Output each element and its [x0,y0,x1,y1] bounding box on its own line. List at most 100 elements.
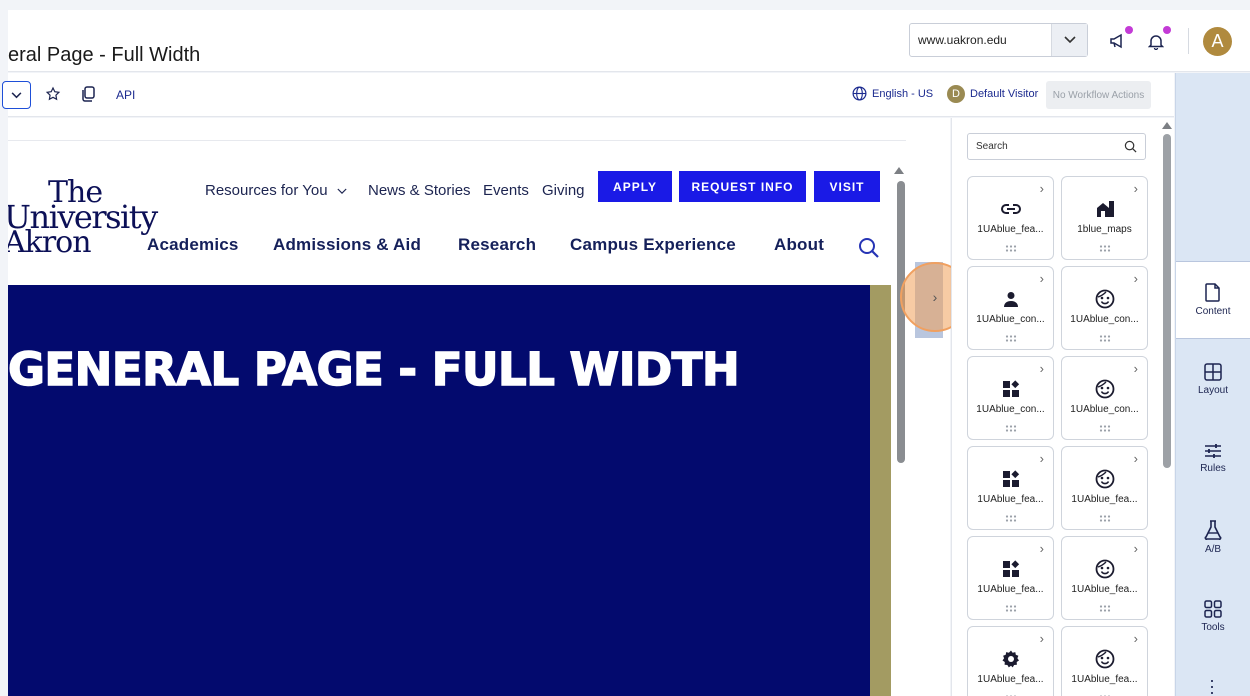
chevron-right-icon[interactable]: › [1040,181,1044,196]
component-label: 1UAblue_con... [1070,314,1139,325]
site-select[interactable]: www.uakron.edu [909,23,1088,57]
face-icon [1062,289,1147,309]
visitor-selector[interactable]: D Default Visitor [947,85,1038,103]
component-search-input[interactable]: Search [967,133,1146,160]
panel-scrollbar[interactable] [1163,134,1171,468]
component-card[interactable]: › 1UAblue_fea... [967,176,1054,260]
drag-handle-icon[interactable] [1062,605,1147,612]
face-icon [1062,649,1147,669]
api-link[interactable]: API [116,88,135,102]
megaphone-icon[interactable] [1107,26,1133,52]
drag-handle-icon[interactable] [968,245,1053,252]
chevron-right-icon[interactable]: › [1040,361,1044,376]
drag-handle-icon[interactable] [968,515,1053,522]
component-card[interactable]: › 1UAblue_fea... [1061,536,1148,620]
copy-icon[interactable] [79,85,97,103]
chevron-right-icon[interactable]: › [1134,631,1138,646]
chevron-right-icon[interactable]: › [1040,271,1044,286]
nav-campus-experience[interactable]: Campus Experience [570,235,736,255]
drag-handle-icon[interactable] [968,425,1053,432]
rail-tab-tools[interactable]: Tools [1176,577,1250,655]
chevron-right-icon[interactable]: › [1040,451,1044,466]
gold-accent-bar [870,285,891,696]
more-vertical-icon[interactable]: · · · [1209,671,1215,696]
preview-scrollbar[interactable] [897,181,905,463]
language-selector[interactable]: English - US [852,86,933,101]
avatar[interactable]: A [1203,27,1232,56]
gear-icon [968,649,1053,669]
component-label: 1UAblue_fea... [977,674,1044,685]
nav-news-stories[interactable]: News & Stories [368,182,471,199]
component-label: 1blue_maps [1077,224,1132,235]
search-placeholder: Search [976,141,1008,152]
rail-tab-layout[interactable]: Layout [1176,340,1250,418]
component-card[interactable]: › 1UAblue_con... [967,356,1054,440]
grid-icon [1204,599,1222,618]
site-preview[interactable]: The University Akron Resources for You N… [8,140,906,696]
site-select-value: www.uakron.edu [918,33,1007,47]
chevron-right-icon[interactable]: › [1134,271,1138,286]
component-card[interactable]: › 1UAblue_con... [1061,356,1148,440]
components-panel: Search › 1UAblue_fea... › 1blue_maps › 1UAblu… [951,118,1174,696]
flask-icon [1204,519,1222,540]
apply-button[interactable]: APPLY [598,171,672,202]
drag-handle-icon[interactable] [1062,515,1147,522]
view-dropdown-button[interactable] [2,81,31,109]
nav-giving[interactable]: Giving [542,182,585,199]
nav-resources-for-you[interactable]: Resources for You [205,182,347,199]
drag-handle-icon[interactable] [1062,425,1147,432]
chevron-right-icon[interactable]: › [1134,451,1138,466]
chevron-down-icon[interactable] [1051,24,1087,56]
university-logo[interactable]: The University Akron [8,178,158,258]
drag-handle-icon[interactable] [1062,335,1147,342]
nav-events[interactable]: Events [483,182,529,199]
nav-academics[interactable]: Academics [147,235,239,255]
nav-about[interactable]: About [774,235,824,255]
page-title: eral Page - Full Width [8,44,201,66]
component-card[interactable]: › 1UAblue_fea... [967,446,1054,530]
request-info-button[interactable]: REQUEST INFO [679,171,806,202]
drag-handle-icon[interactable] [1062,245,1147,252]
component-card[interactable]: › 1UAblue_fea... [1061,626,1148,696]
chevron-down-icon [337,188,347,194]
star-icon[interactable] [44,85,62,103]
rail-tab-content[interactable]: Content [1176,261,1250,339]
face-icon [1062,559,1147,579]
component-label: 1UAblue_con... [976,314,1045,325]
scroll-up-arrow[interactable] [894,167,904,174]
preview-canvas: The University Akron Resources for You N… [8,118,950,696]
component-card[interactable]: › 1UAblue_fea... [1061,446,1148,530]
bell-icon[interactable] [1145,26,1171,52]
widgets-icon [968,469,1053,489]
language-label: English - US [872,87,934,100]
component-card[interactable]: › 1blue_maps [1061,176,1148,260]
rail-tab-rules[interactable]: Rules [1176,419,1250,497]
component-card[interactable]: › 1UAblue_fea... [967,626,1054,696]
rail-tab-ab[interactable]: A/B [1176,498,1250,576]
drag-handle-icon[interactable] [968,335,1053,342]
link-icon [968,199,1053,219]
notification-dot [1125,26,1133,34]
scroll-up-arrow[interactable] [1162,122,1172,129]
component-label: 1UAblue_fea... [1071,584,1138,595]
chevron-right-icon[interactable]: › [1134,181,1138,196]
layout-icon [1204,362,1222,381]
nav-admissions-aid[interactable]: Admissions & Aid [273,235,421,255]
workflow-actions-button[interactable]: No Workflow Actions [1046,81,1151,109]
face-icon [1062,379,1147,399]
chevron-right-icon[interactable]: › [1134,361,1138,376]
chevron-right-icon[interactable]: › [1040,541,1044,556]
visit-button[interactable]: VISIT [814,171,880,202]
map-building-icon [1062,199,1147,219]
nav-research[interactable]: Research [458,235,536,255]
component-card[interactable]: › 1UAblue_con... [1061,266,1148,350]
face-icon [1062,469,1147,489]
chevron-right-icon[interactable]: › [1134,541,1138,556]
component-card[interactable]: › 1UAblue_con... [967,266,1054,350]
chevron-right-icon[interactable]: › [1040,631,1044,646]
hero-title: GENERAL PAGE - FULL WIDTH [8,342,740,397]
drag-handle-icon[interactable] [968,605,1053,612]
search-icon[interactable] [858,237,882,261]
component-card[interactable]: › 1UAblue_fea... [967,536,1054,620]
component-label: 1UAblue_fea... [1071,674,1138,685]
